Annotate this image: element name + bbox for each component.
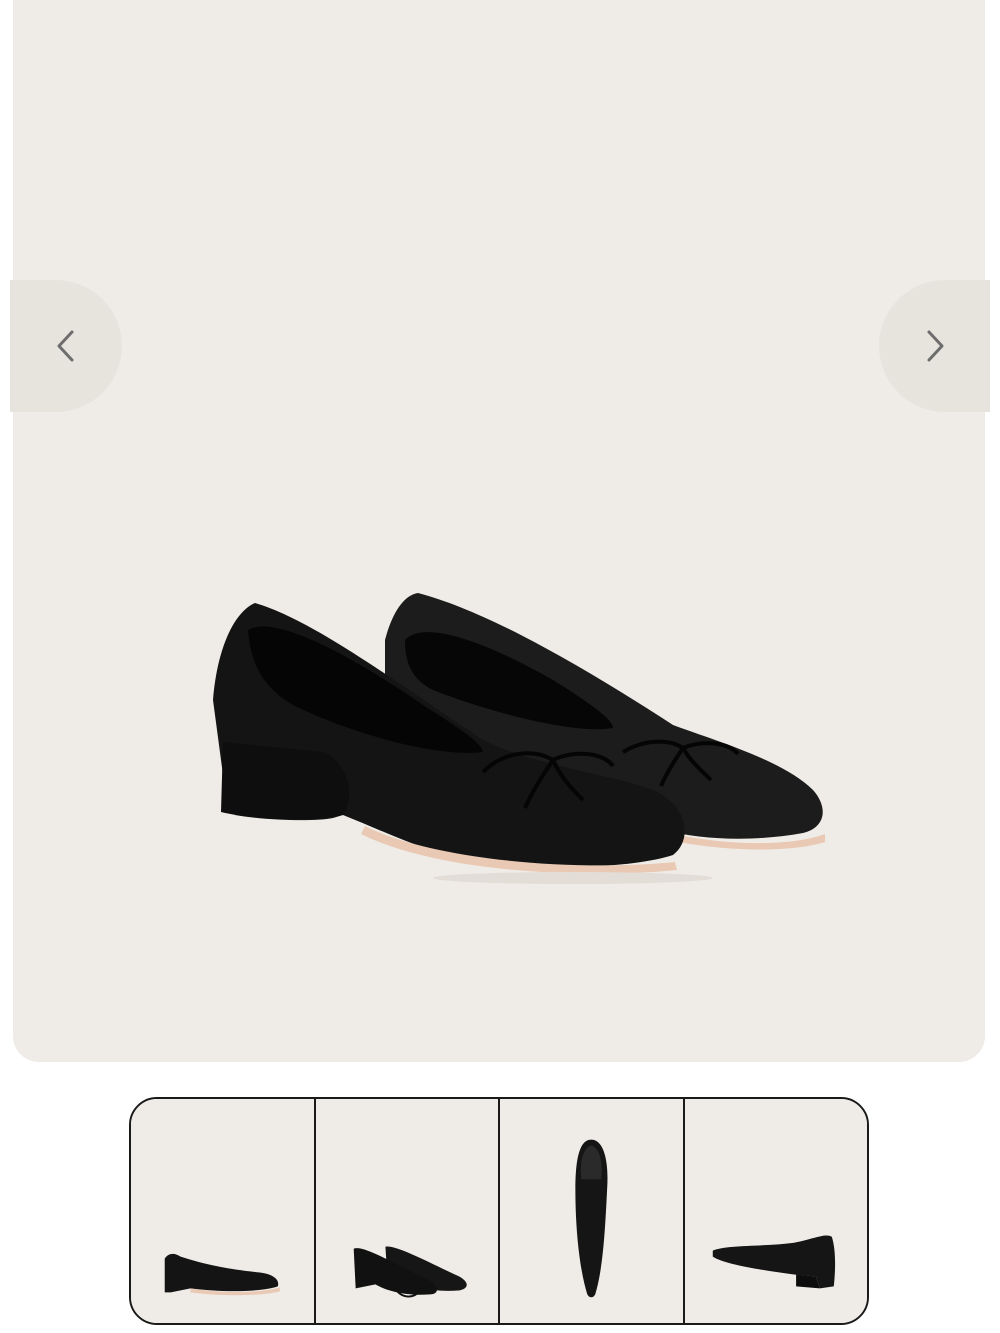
ballet-flat-pair-image bbox=[213, 593, 825, 884]
ballet-flat-back-angle-icon bbox=[712, 1235, 835, 1289]
chevron-right-icon bbox=[923, 329, 947, 363]
ballet-flat-pair-icon bbox=[353, 1246, 467, 1298]
ballet-flat-top-icon bbox=[575, 1139, 608, 1298]
main-product-image[interactable] bbox=[13, 0, 985, 1062]
thumbnail-pair-view[interactable] bbox=[313, 1099, 498, 1323]
thumbnail-side-view[interactable] bbox=[131, 1099, 314, 1323]
thumbnail-strip bbox=[129, 1097, 869, 1325]
ballet-flat-side-icon bbox=[164, 1253, 280, 1296]
thumbnail-back-angle-view[interactable] bbox=[682, 1099, 867, 1323]
thumbnail-top-view[interactable] bbox=[498, 1099, 683, 1323]
chevron-left-icon bbox=[54, 329, 78, 363]
